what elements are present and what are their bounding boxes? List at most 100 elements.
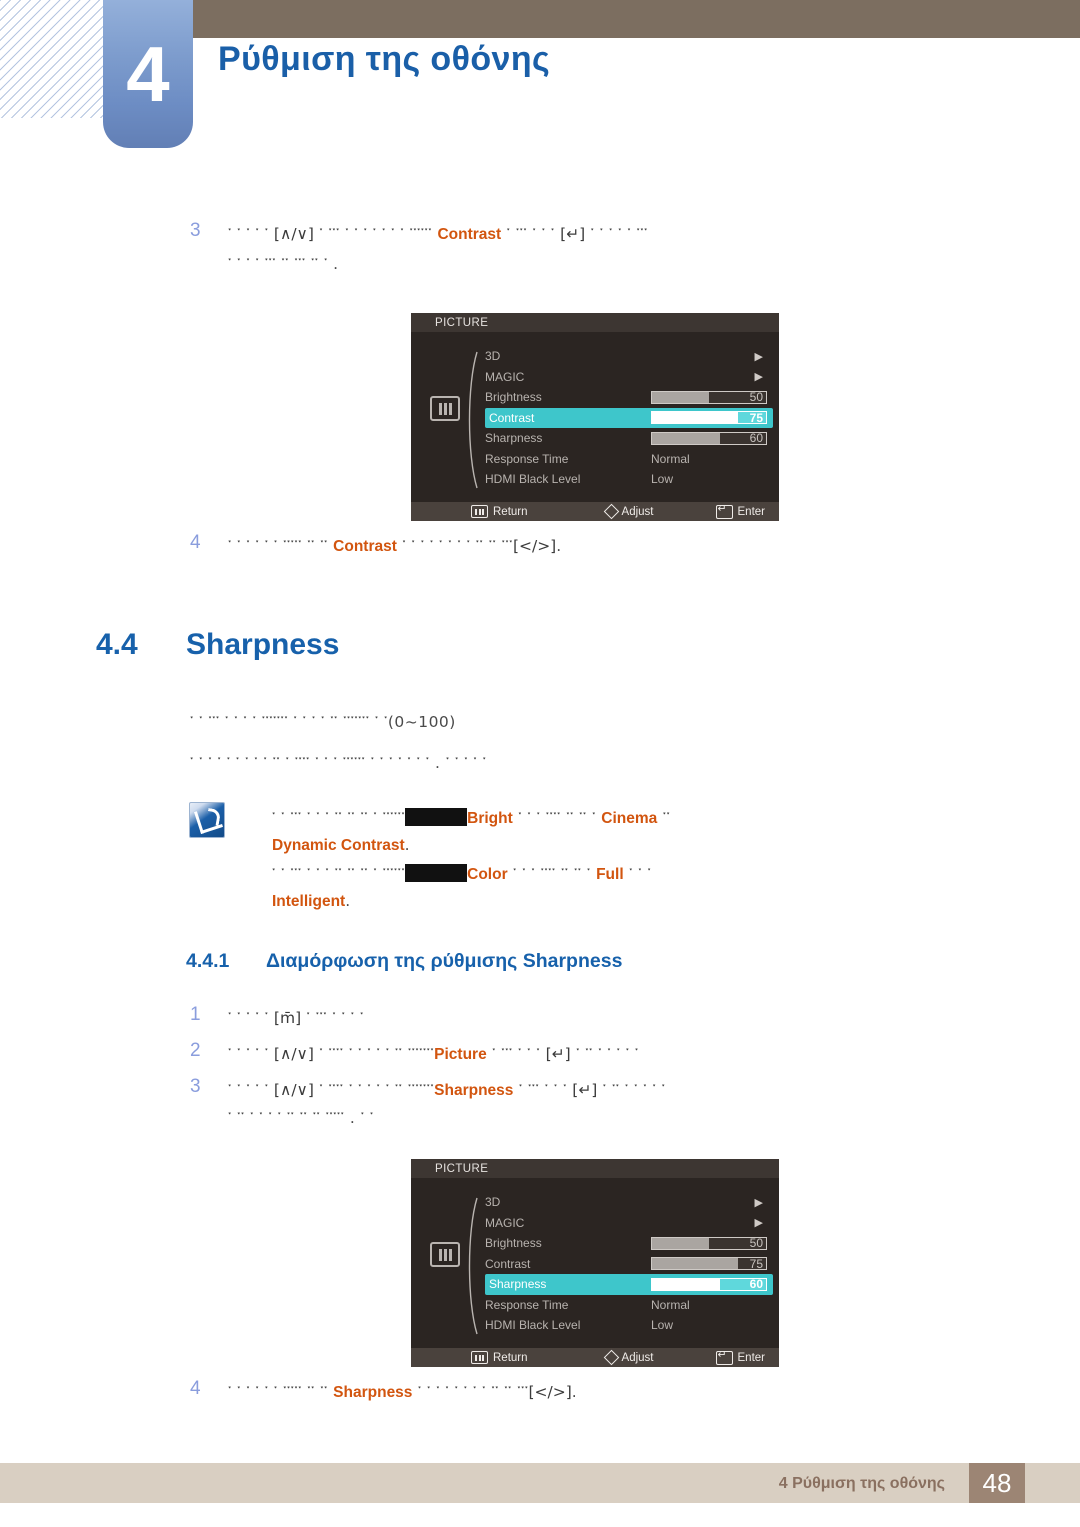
osd-row-magic[interactable]: MAGIC ▶ — [485, 1213, 773, 1234]
note-pen-icon — [189, 802, 225, 838]
step-text-sharpness-3: ༌ ༌ ༌ ༌ ༌ [∧/∨] ༌ ༌༌༌༌ ༌ ༌ ༌ ༌ ༌ ༌༌ ༌༌༌༌… — [228, 1075, 665, 1106]
body-text: ༌ ༌༌ ༌ ༌ ༌ ༌ ༌ — [597, 1081, 666, 1099]
osd-row-label: Contrast — [489, 410, 535, 425]
chevron-right-icon: ▶ — [754, 371, 763, 384]
footer-text: 4 Ρύθμιση της οθόνης — [778, 1475, 945, 1492]
body-text: . — [556, 537, 562, 555]
body-text: ༌ ༌ ༌ ༌ ༌ — [228, 1045, 274, 1063]
osd-row-label: Contrast — [485, 1256, 531, 1271]
osd-row-value: Normal — [651, 1297, 690, 1312]
note-paragraph-2-line2: Intelligent. — [272, 888, 351, 915]
osd-brace-curve — [468, 351, 478, 489]
osd-footer-label: Return — [493, 505, 528, 518]
inline-image-placeholder — [405, 864, 468, 882]
keyword-dynamic-contrast: Dynamic Contrast — [272, 837, 405, 854]
osd-row-brightness[interactable]: Brightness 50 — [485, 387, 773, 408]
step-number: 4 — [190, 532, 201, 553]
osd-footer-return[interactable]: Return — [471, 1351, 528, 1364]
body-text: ༌ ༌ ༌༌༌ ༌ ༌ ༌ ༌༌ ༌༌ ༌༌ ༌ ༌༌༌༌༌༌ — [272, 809, 406, 827]
osd-row-label: Response Time — [485, 1297, 569, 1312]
key-bracket-enter: [↵] — [545, 1045, 571, 1063]
osd-body: 3D ▶ MAGIC ▶ Brightness 50 Contrast 75 S… — [411, 332, 779, 502]
return-icon — [471, 505, 488, 518]
osd-row-sharpness[interactable]: Sharpness 60 — [485, 1274, 773, 1295]
osd-row-hdmi-black-level[interactable]: HDMI Black Level Low — [485, 1315, 773, 1336]
picture-category-icon — [430, 396, 460, 421]
osd-footer-label: Return — [493, 1351, 528, 1364]
osd-footer-label: Adjust — [621, 505, 654, 518]
osd-row-label: HDMI Black Level — [485, 1318, 581, 1333]
body-text: ༌ ༌ ༌ ༌ ༌ ༌ ༌ ༌ ༌ ༌༌ ༌ ༌༌༌༌ ༌ ༌ ༌ ༌༌༌༌༌༌… — [190, 754, 487, 772]
chevron-right-icon: ▶ — [754, 350, 763, 363]
enter-icon — [715, 502, 733, 519]
inline-image-placeholder — [405, 808, 468, 826]
body-text: ༌ ༌ ༌ ༌ ༌ ༌ ༌༌༌༌༌ ༌༌ ༌༌ — [228, 1383, 334, 1401]
osd-row-contrast[interactable]: Contrast 75 — [485, 407, 773, 428]
osd-menu-picture-contrast[interactable]: PICTURE 3D ▶ MAGIC ▶ Brightness 50 Contr… — [411, 313, 779, 521]
body-text: ༌ ༌ ༌ ༌ ༌ — [228, 225, 274, 243]
osd-rows: 3D ▶ MAGIC ▶ Brightness 50 Contrast 75 S… — [485, 1192, 773, 1336]
step-number: 3 — [190, 220, 201, 241]
keyword-sharpness: Sharpness — [434, 1082, 514, 1099]
osd-row-value: Low — [651, 472, 674, 487]
keyword-intelligent: Intelligent — [272, 893, 346, 910]
chapter-number: 4 — [126, 30, 170, 118]
osd-row-value: 75 — [749, 1256, 763, 1271]
note-paragraph-2: ༌ ༌ ༌༌༌ ༌ ༌ ༌ ༌༌ ༌༌ ༌༌ ༌ ༌༌༌༌༌༌ Color ༌ ༌… — [272, 861, 651, 888]
section-heading-sharpness: 4.4 Sharpness — [96, 628, 339, 662]
keyword-cinema: Cinema — [601, 810, 658, 827]
step-number: 4 — [190, 1378, 201, 1399]
body-text: ༌ ༌ ༌ ༌ ༌ — [228, 1009, 274, 1027]
osd-row-contrast[interactable]: Contrast 75 — [485, 1254, 773, 1275]
adjust-diamond-icon — [603, 503, 619, 520]
osd-title: PICTURE — [435, 1162, 489, 1175]
osd-row-value: 60 — [749, 1277, 763, 1292]
osd-row-label: MAGIC — [485, 1215, 525, 1230]
key-bracket-updown: [∧/∨] — [273, 1081, 314, 1099]
section-title: Sharpness — [186, 628, 340, 661]
keyword-bright: Bright — [467, 810, 513, 827]
body-text: ༌ ༌ ༌༌༌ ༌ ༌ ༌ ༌༌ ༌༌ ༌༌ ༌ ༌༌༌༌༌༌ — [272, 865, 406, 883]
body-text: ༌ ༌༌༌༌ ༌ ༌ ༌ ༌ ༌ ༌༌ ༌༌༌༌༌༌༌ — [313, 1045, 435, 1063]
note-paragraph-1-line2: Dynamic Contrast. — [272, 832, 410, 859]
osd-titlebar: PICTURE — [411, 1159, 779, 1178]
body-text: ༌ ༌༌༌ ༌ ༌ ༌ ༌ ༌ ༌ ༌ ༌༌༌༌༌༌ — [313, 225, 438, 243]
osd-footer-enter[interactable]: Enter — [715, 502, 766, 519]
osd-footer-return[interactable]: Return — [471, 505, 528, 518]
osd-row-label: MAGIC — [485, 369, 525, 384]
body-text: ༌ ༌ ༌ ༌ ༌ ༌ ༌ ༌ ༌༌ ༌༌ ༌༌༌ — [412, 1383, 529, 1401]
osd-row-response-time[interactable]: Response Time Normal — [485, 449, 773, 470]
subsection-heading-configure-sharpness: 4.4.1 Διαμόρφωση της ρύθμισης Sharpness — [186, 950, 622, 973]
osd-row-label: Brightness — [485, 390, 542, 405]
osd-row-magic[interactable]: MAGIC ▶ — [485, 367, 773, 388]
osd-row-3d[interactable]: 3D ▶ — [485, 1192, 773, 1213]
body-text: ༌ ༌ ༌ — [623, 865, 652, 883]
body-text: ༌ ༌༌༌ ༌ ༌ ༌ ༌ — [301, 1009, 364, 1027]
osd-footer-adjust[interactable]: Adjust — [603, 1349, 654, 1366]
step-text-picture-2: ༌ ༌ ༌ ༌ ༌ [∧/∨] ༌ ༌༌༌༌ ༌ ༌ ༌ ༌ ༌ ༌༌ ༌༌༌༌… — [228, 1039, 639, 1070]
osd-row-label: Response Time — [485, 451, 569, 466]
key-bracket-leftright: [</>] — [528, 1383, 572, 1401]
body-text: ༌ ༌༌ ༌ ༌ ༌ ༌ ༌ — [570, 1045, 639, 1063]
chevron-right-icon: ▶ — [754, 1196, 763, 1209]
osd-row-hdmi-black-level[interactable]: HDMI Black Level Low — [485, 469, 773, 490]
body-text: ༌ ༌༌ ༌ ༌ ༌ ༌ ༌༌ ༌༌ ༌༌ ༌༌༌༌༌ . ༌ ༌ — [228, 1109, 374, 1127]
body-text: ༌ ༌ ༌ ༌ ༌ ༌ ༌༌༌༌༌ ༌༌ ༌༌ — [228, 537, 334, 555]
osd-row-value: 50 — [749, 1236, 763, 1251]
osd-row-sharpness[interactable]: Sharpness 60 — [485, 428, 773, 449]
osd-row-3d[interactable]: 3D ▶ — [485, 346, 773, 367]
osd-row-response-time[interactable]: Response Time Normal — [485, 1295, 773, 1316]
body-text: ༌ ༌ ༌ ༌༌༌༌ ༌༌ ༌༌ ༌ — [512, 809, 602, 827]
body-text: ༌ ༌ ༌ ༌ ༌ — [228, 1081, 274, 1099]
osd-footer-enter[interactable]: Enter — [715, 1348, 765, 1365]
osd-footer-label: Enter — [737, 505, 766, 518]
osd-row-brightness[interactable]: Brightness 50 — [485, 1233, 773, 1254]
chapter-title: Ρύθμιση της οθόνης — [218, 40, 551, 78]
header-bar — [190, 0, 1080, 38]
osd-footer-adjust[interactable]: Adjust — [603, 503, 654, 520]
key-bracket-leftright: [</>] — [512, 537, 557, 555]
key-bracket-enter: [↵] — [560, 225, 586, 243]
osd-menu-picture-sharpness[interactable]: PICTURE 3D ▶ MAGIC ▶ Brightness 50 Contr… — [411, 1159, 779, 1367]
keyword-contrast: Contrast — [437, 226, 502, 243]
key-bracket-updown: [∧/∨] — [273, 225, 314, 243]
